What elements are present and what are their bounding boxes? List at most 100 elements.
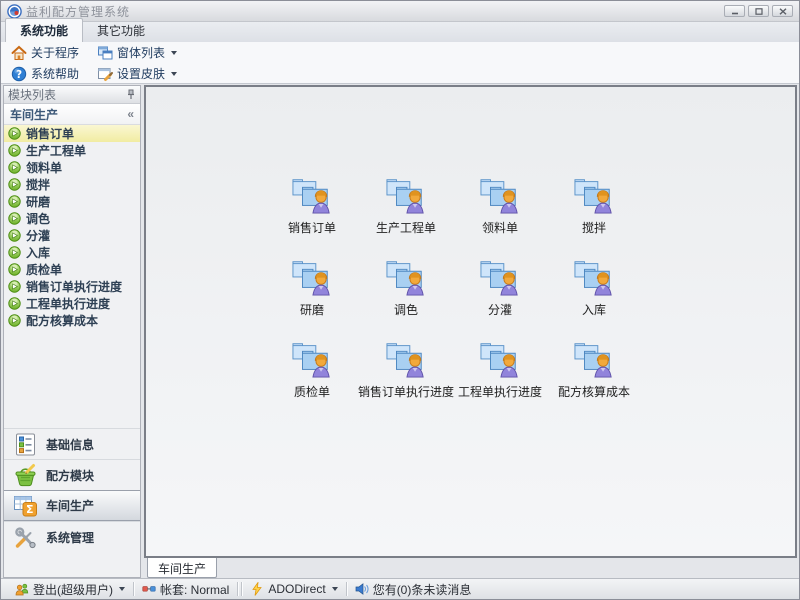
provider-dropdown[interactable]: ADODirect: [242, 582, 345, 596]
nav-item-grinding[interactable]: 研磨: [4, 193, 140, 210]
pin-icon[interactable]: [126, 89, 136, 100]
set-skin-label: 设置皮肤: [117, 65, 165, 82]
sidebar-header: 模块列表: [4, 86, 140, 104]
nav-label: 调色: [26, 210, 50, 227]
folder-user-icon: [383, 256, 429, 296]
module-group-buttons: 基础信息 配方模块: [4, 428, 140, 552]
form-list-button[interactable]: 窗体列表: [93, 43, 181, 62]
nav-item-quality-check[interactable]: 质检单: [4, 261, 140, 278]
group-workshop-production[interactable]: Σ 车间生产: [4, 490, 140, 521]
folder-user-icon: [477, 174, 523, 214]
mdi-tab-workshop-production[interactable]: 车间生产: [147, 558, 217, 578]
provider-label: ADODirect: [268, 582, 325, 596]
group-system-management[interactable]: 系统管理: [4, 521, 140, 552]
shortcut-sales-order[interactable]: 销售订单: [265, 174, 359, 256]
shortcut-mixing[interactable]: 搅拌: [547, 174, 641, 256]
list-icon: [13, 432, 38, 457]
folder-user-icon: [477, 338, 523, 378]
about-program-button[interactable]: 关于程序: [7, 43, 83, 62]
status-separator: [237, 582, 238, 596]
toolbar: 关于程序 窗体列表 ? 系统帮助: [1, 42, 799, 84]
module-nav-list: 销售订单 生产工程单 领料单 搅拌 研磨 调色 分灌 入库 质检单 销售订单执行…: [4, 125, 140, 329]
lightning-icon: [250, 582, 264, 596]
nav-item-production-order[interactable]: 生产工程单: [4, 142, 140, 159]
sidebar-title: 模块列表: [8, 86, 56, 103]
folder-user-icon: [571, 338, 617, 378]
folder-user-icon: [383, 338, 429, 378]
folder-user-icon: [571, 256, 617, 296]
shortcut-label: 质检单: [294, 383, 330, 400]
status-bar: 登出(超级用户) 帐套: Normal ADODirect: [1, 578, 799, 599]
nav-item-sales-order[interactable]: 销售订单: [4, 125, 140, 142]
nav-label: 领料单: [26, 159, 62, 176]
shortcut-tinting[interactable]: 调色: [359, 256, 453, 338]
mdi-tab-bar: 车间生产: [144, 558, 797, 578]
help-icon: ?: [11, 66, 27, 82]
nav-item-filling[interactable]: 分灌: [4, 227, 140, 244]
messages-status[interactable]: 您有(0)条未读消息: [347, 581, 480, 598]
messages-label: 您有(0)条未读消息: [373, 581, 472, 598]
svg-text:?: ?: [16, 69, 22, 81]
nav-label: 工程单执行进度: [26, 295, 110, 312]
folder-user-icon: [289, 174, 335, 214]
shortcut-grinding[interactable]: 研磨: [265, 256, 359, 338]
shortcut-order-progress[interactable]: 工程单执行进度: [453, 338, 547, 420]
shortcut-material-request[interactable]: 领料单: [453, 174, 547, 256]
group-label: 配方模块: [46, 467, 94, 484]
nav-label: 搅拌: [26, 176, 50, 193]
logout-dropdown[interactable]: 登出(超级用户): [7, 581, 133, 598]
shortcut-label: 搅拌: [582, 219, 606, 236]
table-sigma-icon: Σ: [13, 493, 38, 518]
skin-icon: [97, 66, 113, 82]
nav-item-formula-cost[interactable]: 配方核算成本: [4, 312, 140, 329]
shortcut-label: 生产工程单: [376, 219, 436, 236]
minimize-button[interactable]: [724, 5, 745, 17]
system-help-button[interactable]: ? 系统帮助: [7, 64, 83, 83]
sidebar-group-title: 车间生产: [10, 106, 58, 123]
group-label: 系统管理: [46, 529, 94, 546]
shortcut-label: 销售订单: [288, 219, 336, 236]
account-status: 帐套: Normal: [134, 581, 237, 598]
shortcut-filling[interactable]: 分灌: [453, 256, 547, 338]
window-title: 益利配方管理系统: [26, 3, 130, 20]
set-skin-button[interactable]: 设置皮肤: [93, 64, 181, 83]
shortcut-quality-check[interactable]: 质检单: [265, 338, 359, 420]
nav-item-sales-progress[interactable]: 销售订单执行进度: [4, 278, 140, 295]
dropdown-arrow-icon: [332, 587, 338, 591]
nav-label: 销售订单执行进度: [26, 278, 122, 295]
group-basic-info[interactable]: 基础信息: [4, 428, 140, 459]
nav-item-order-progress[interactable]: 工程单执行进度: [4, 295, 140, 312]
home-icon: [11, 45, 27, 61]
group-formula-module[interactable]: 配方模块: [4, 459, 140, 490]
folder-user-icon: [477, 256, 523, 296]
nav-label: 生产工程单: [26, 142, 86, 159]
folder-user-icon: [571, 174, 617, 214]
shortcut-warehousing[interactable]: 入库: [547, 256, 641, 338]
tools-icon: [13, 525, 38, 550]
account-label: 帐套: Normal: [160, 581, 229, 598]
nav-item-material-request[interactable]: 领料单: [4, 159, 140, 176]
logout-label: 登出(超级用户): [33, 581, 113, 598]
speaker-icon: [355, 582, 369, 596]
dropdown-arrow-icon: [171, 72, 177, 76]
dropdown-arrow-icon: [119, 587, 125, 591]
nav-item-tinting[interactable]: 调色: [4, 210, 140, 227]
form-list-icon: [97, 45, 113, 61]
nav-item-mixing[interactable]: 搅拌: [4, 176, 140, 193]
shortcut-production-order[interactable]: 生产工程单: [359, 174, 453, 256]
shortcut-formula-cost[interactable]: 配方核算成本: [547, 338, 641, 420]
nav-item-warehousing[interactable]: 入库: [4, 244, 140, 261]
sidebar-group-header[interactable]: 车间生产 «: [4, 104, 140, 125]
basket-pencil-icon: [13, 463, 38, 488]
collapse-chevron-icon[interactable]: «: [127, 107, 134, 121]
maximize-button[interactable]: [748, 5, 769, 17]
system-help-label: 系统帮助: [31, 65, 79, 82]
shortcut-label: 配方核算成本: [558, 383, 630, 400]
close-button[interactable]: [772, 5, 793, 17]
tab-other-functions[interactable]: 其它功能: [83, 19, 159, 42]
tab-system-functions[interactable]: 系统功能: [5, 18, 83, 42]
app-window: 益利配方管理系统 系统功能 其它功能 关于程序: [0, 0, 800, 600]
shortcut-sales-progress[interactable]: 销售订单执行进度: [359, 338, 453, 420]
nav-label: 配方核算成本: [26, 312, 98, 329]
shortcut-label: 研磨: [300, 301, 324, 318]
